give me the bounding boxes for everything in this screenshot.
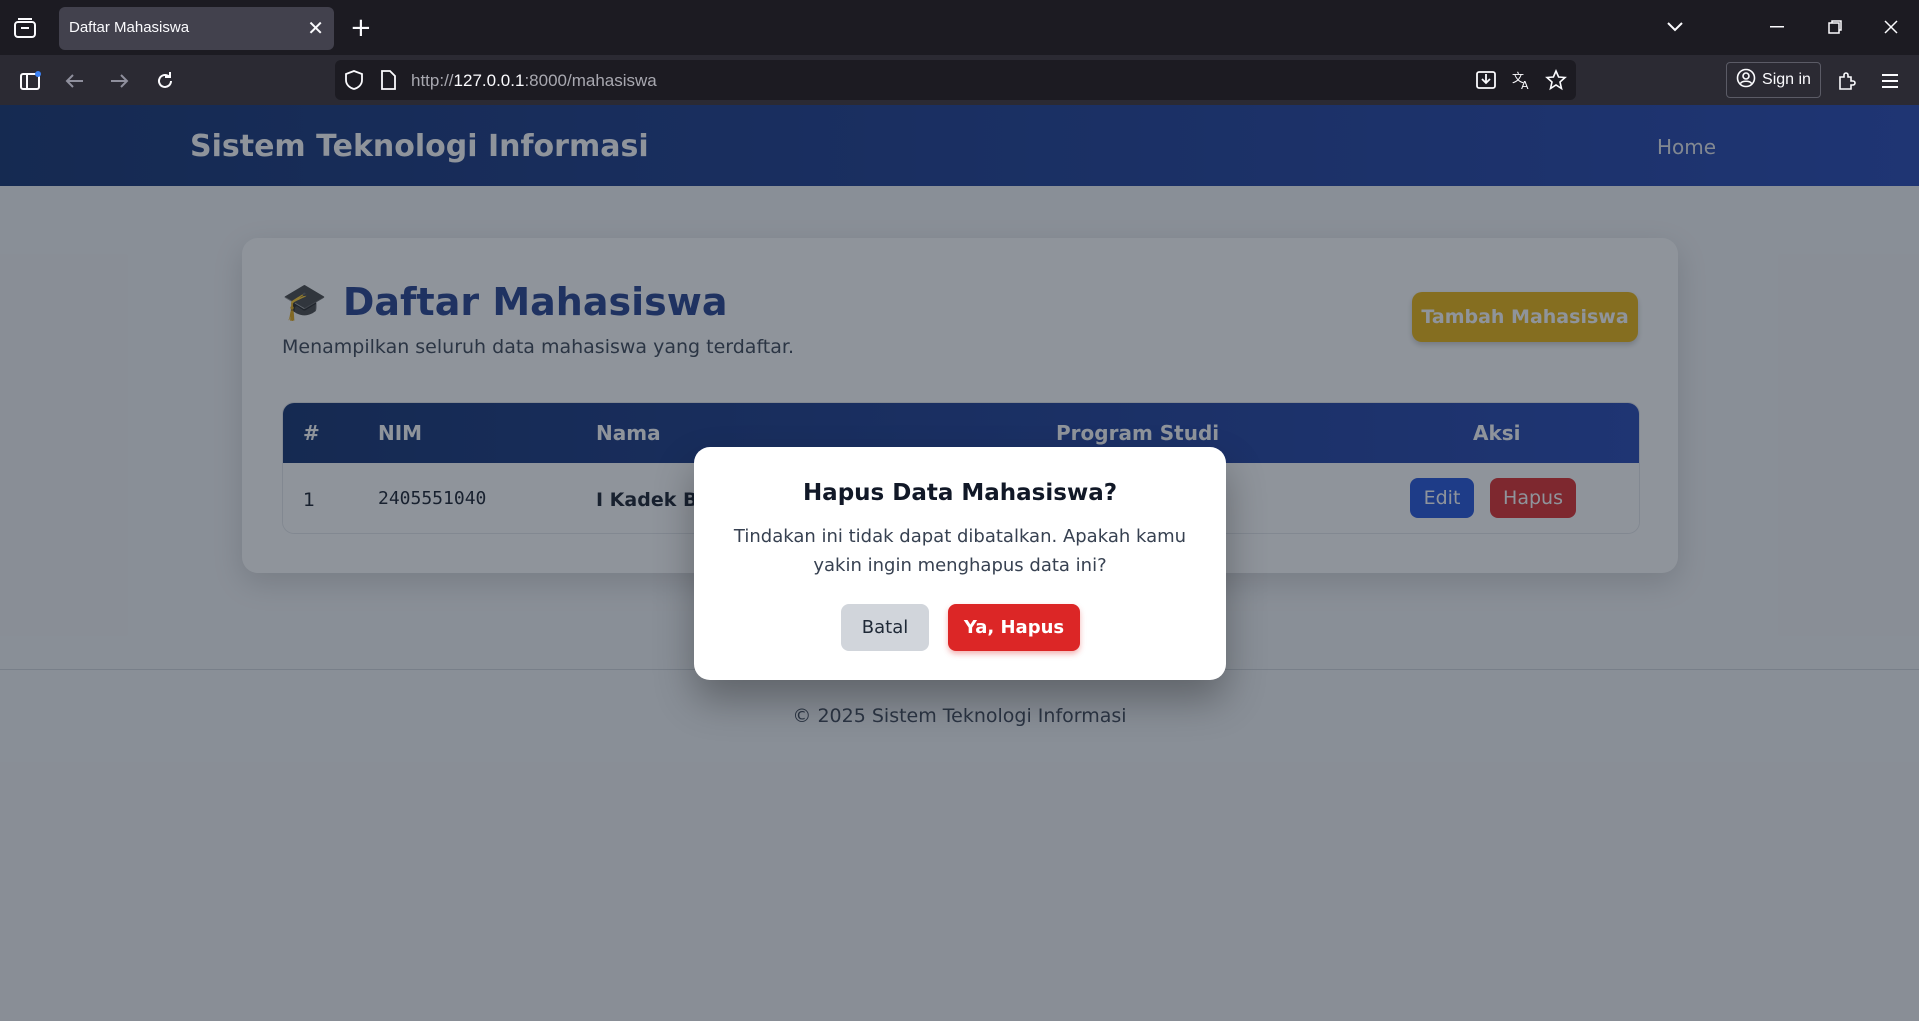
reload-icon[interactable] (151, 67, 179, 95)
bookmark-star-icon[interactable] (1545, 68, 1567, 95)
dialog-message: Tindakan ini tidak dapat dibatalkan. Apa… (733, 526, 1187, 576)
restore-icon[interactable] (1820, 12, 1850, 42)
browser-tab-active[interactable]: Daftar Mahasiswa ✕ (59, 7, 334, 50)
delete-confirm-dialog: Hapus Data Mahasiswa? Tindakan ini tidak… (694, 447, 1226, 680)
browser-nav-bar: http://127.0.0.1:8000/mahasiswa 文A Sign … (0, 55, 1919, 105)
new-tab-plus-icon[interactable]: + (350, 13, 372, 43)
tab-list-icon[interactable] (12, 16, 38, 40)
menu-hamburger-icon[interactable] (1876, 67, 1904, 95)
browser-tab-bar: Daftar Mahasiswa ✕ + (0, 0, 1919, 55)
extensions-puzzle-icon[interactable] (1832, 67, 1860, 95)
back-arrow-icon[interactable] (61, 67, 89, 95)
forward-arrow-icon[interactable] (105, 67, 133, 95)
cancel-button[interactable]: Batal (841, 604, 929, 651)
window-close-icon[interactable] (1876, 12, 1906, 42)
sign-in-button[interactable]: Sign in (1726, 62, 1821, 98)
tab-close-icon[interactable]: ✕ (307, 15, 324, 41)
page-icon (379, 69, 397, 95)
account-icon (1736, 68, 1756, 93)
minimize-icon[interactable] (1762, 12, 1792, 42)
sidebar-toggle-icon[interactable] (16, 67, 44, 95)
url-text[interactable]: http://127.0.0.1:8000/mahasiswa (411, 71, 657, 91)
dialog-title: Hapus Data Mahasiswa? (802, 480, 1118, 506)
confirm-delete-button[interactable]: Ya, Hapus (948, 604, 1080, 651)
tab-overflow-chevron-down-icon[interactable] (1660, 12, 1690, 42)
shield-icon[interactable] (343, 69, 365, 95)
translate-icon[interactable]: 文A (1511, 69, 1533, 95)
tab-title: Daftar Mahasiswa (69, 19, 190, 36)
sign-in-label: Sign in (1762, 71, 1811, 88)
download-icon[interactable] (1475, 69, 1497, 95)
svg-text:A: A (1521, 79, 1529, 91)
address-bar[interactable]: http://127.0.0.1:8000/mahasiswa 文A (335, 60, 1576, 100)
